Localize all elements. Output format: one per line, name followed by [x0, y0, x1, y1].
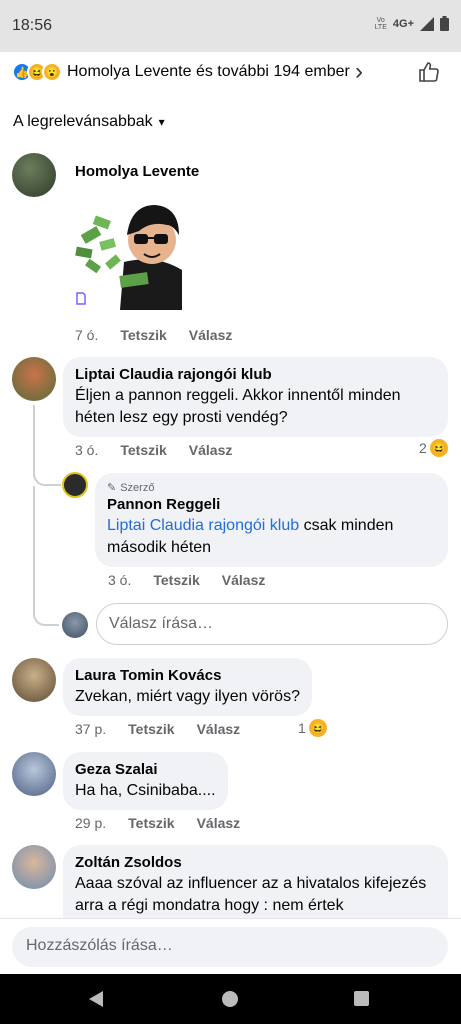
comment-author[interactable]: Liptai Claudia rajongói klub	[75, 365, 436, 385]
comment-bubble[interactable]: Geza Szalai Ha ha, Csinibaba....	[63, 752, 228, 810]
sort-label: A legrelevánsabbak	[13, 113, 153, 130]
like-button[interactable]: Tetszik	[120, 442, 166, 458]
comment-time: 3 ó.	[75, 442, 99, 458]
avatar	[62, 612, 88, 638]
thread-connector	[33, 486, 59, 626]
back-icon[interactable]	[89, 991, 103, 1007]
comment-meta: 3 ó. Tetszik Válasz	[75, 442, 232, 458]
reactions-summary[interactable]: 👍 😆 😮 Homolya Levente és további 194 emb…	[0, 52, 461, 92]
comment-text: Zvekan, miért vagy ilyen vörös?	[75, 688, 300, 705]
comment-author[interactable]: Homolya Levente	[75, 163, 199, 180]
navigation-bar	[0, 974, 461, 1024]
comment-meta: 29 p. Tetszik Válasz	[75, 815, 240, 831]
comment-text: Ha ha, Csinibaba....	[75, 782, 216, 799]
sticker-badge-icon	[76, 292, 86, 305]
like-button[interactable]: Tetszik	[128, 721, 174, 737]
comment-time: 29 p.	[75, 815, 107, 831]
comment-bubble[interactable]: Zoltán Zsoldos Aaaa szóval az influencer…	[63, 845, 448, 918]
haha-reaction-icon: 😆	[308, 719, 327, 737]
comment-time: 37 p.	[75, 721, 107, 737]
reply-button[interactable]: Válasz	[189, 327, 233, 343]
volte-indicator: Vo LTE	[374, 16, 387, 31]
comment-time: 7 ó.	[75, 327, 99, 343]
comment-author[interactable]: Laura Tomin Kovács	[75, 666, 300, 686]
author-badge-label: Szerző	[120, 482, 155, 494]
reaction-count-number: 1	[298, 720, 306, 736]
network-indicator: 4G+	[392, 17, 414, 30]
comment-bubble[interactable]: Laura Tomin Kovács Zvekan, miért vagy il…	[63, 658, 312, 716]
wow-reaction-icon: 😮	[42, 62, 62, 82]
status-bar: 18:56 Vo LTE 4G+	[0, 0, 461, 52]
reaction-count[interactable]: 1 😆	[298, 719, 327, 737]
reply-time: 3 ó.	[108, 572, 132, 588]
avatar[interactable]	[12, 357, 56, 401]
recent-apps-icon[interactable]	[354, 991, 369, 1006]
comment-author[interactable]: Geza Szalai	[75, 760, 216, 780]
reply-button[interactable]: Válasz	[197, 721, 241, 737]
reply-button[interactable]: Válasz	[222, 572, 266, 588]
battery-icon	[440, 16, 449, 31]
status-icons: Vo LTE 4G+	[375, 16, 449, 31]
comment-author[interactable]: Zoltán Zsoldos	[75, 853, 436, 873]
reply-input[interactable]: Válasz írása…	[96, 603, 448, 645]
home-icon[interactable]	[222, 991, 238, 1007]
avatar[interactable]	[12, 153, 56, 197]
reply-button[interactable]: Válasz	[189, 442, 233, 458]
reply-button[interactable]: Válasz	[197, 815, 241, 831]
comment-text: Aaaa szóval az influencer az a hivatalos…	[75, 875, 427, 914]
reply-meta: 3 ó. Tetszik Válasz	[108, 572, 265, 588]
author-badge: ✎ Szerző	[107, 481, 436, 495]
money-sticker-image	[75, 205, 182, 310]
pencil-icon: ✎	[107, 482, 117, 494]
status-time: 18:56	[12, 17, 53, 34]
avatar[interactable]	[12, 752, 56, 796]
comment-composer: Hozzászólás írása…	[0, 918, 461, 974]
thread-connector	[33, 470, 61, 486]
comment-meta: 7 ó. Tetszik Válasz	[75, 327, 232, 343]
chevron-right-icon[interactable]: ›	[355, 58, 363, 86]
reactors-text[interactable]: Homolya Levente és további 194 ember	[67, 63, 350, 81]
reaction-icons: 👍 😆 😮	[12, 62, 62, 82]
avatar[interactable]	[12, 845, 56, 889]
like-button[interactable]: Tetszik	[120, 327, 166, 343]
comment-input[interactable]: Hozzászólás írása…	[12, 927, 448, 967]
like-button[interactable]: Tetszik	[153, 572, 199, 588]
avatar[interactable]	[62, 472, 88, 498]
comment-meta: 37 p. Tetszik Válasz	[75, 721, 240, 737]
avatar[interactable]	[12, 658, 56, 702]
signal-icon	[420, 16, 434, 31]
comment-bubble[interactable]: Liptai Claudia rajongói klub Éljen a pan…	[63, 357, 448, 437]
thumbs-up-icon[interactable]	[417, 60, 441, 84]
haha-reaction-icon: 😆	[429, 439, 448, 457]
sort-dropdown[interactable]: A legrelevánsabbak ▾	[13, 113, 165, 131]
mention-link[interactable]: Liptai Claudia rajongói klub	[107, 517, 299, 534]
reaction-count-number: 2	[419, 440, 427, 456]
reply-bubble[interactable]: ✎ Szerző Pannon Reggeli Liptai Claudia r…	[95, 473, 448, 567]
like-button[interactable]: Tetszik	[128, 815, 174, 831]
reaction-count[interactable]: 2 😆	[419, 439, 448, 457]
reply-author[interactable]: Pannon Reggeli	[107, 495, 436, 515]
thread-line	[33, 405, 35, 477]
comment-text: Éljen a pannon reggeli. Akkor innentől m…	[75, 387, 401, 426]
chevron-down-icon: ▾	[158, 115, 165, 129]
